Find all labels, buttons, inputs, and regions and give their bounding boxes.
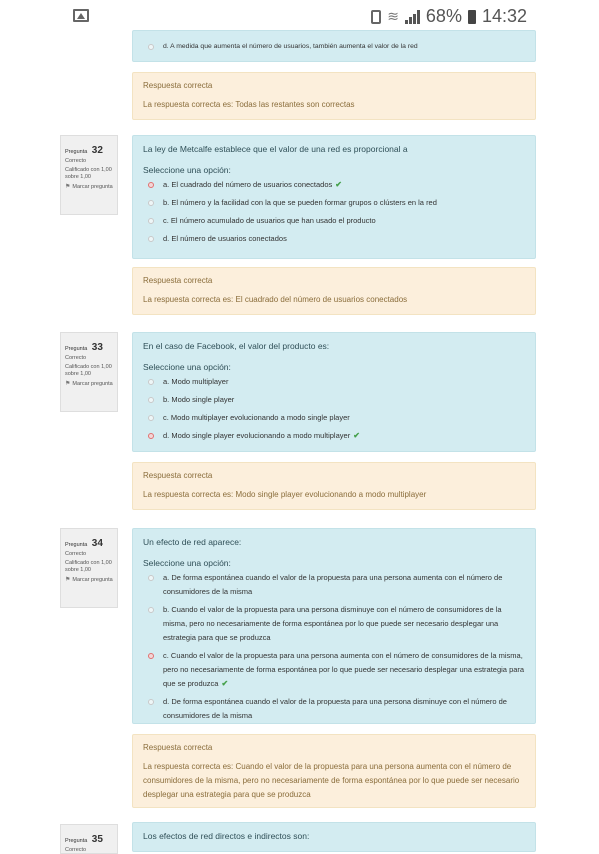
flag-question-link[interactable]: ⚑ Marcar pregunta [65, 577, 113, 584]
question-text: Los efectos de red directos e indirectos… [143, 831, 310, 841]
question-33-box: En el caso de Facebook, el valor del pro… [132, 332, 536, 452]
question-info-33: Pregunta 33 Correcto Calificado con 1,00… [60, 332, 118, 412]
answer-option-b[interactable]: b. El número y la facilidad con la que s… [143, 196, 525, 210]
question-text: La ley de Metcalfe establece que el valo… [143, 144, 408, 154]
question-34-box: Un efecto de red aparece: Seleccione una… [132, 528, 536, 724]
radio-button[interactable] [148, 218, 154, 224]
question-info-34: Pregunta 34 Correcto Calificado con 1,00… [60, 528, 118, 608]
answer-option-c[interactable]: c. El número acumulado de usuarios que h… [143, 214, 525, 228]
question-label: Pregunta [65, 838, 88, 844]
check-icon: ✔ [221, 679, 229, 688]
feedback-title: Respuesta correcta [143, 81, 213, 90]
feedback-31-box: Respuesta correcta La respuesta correcta… [132, 72, 536, 120]
feedback-32-box: Respuesta correcta La respuesta correcta… [132, 267, 536, 315]
status-bar: ≋ 68% 14:32 [0, 0, 599, 34]
question-label: Pregunta [65, 346, 88, 352]
feedback-34-box: Respuesta correcta La respuesta correcta… [132, 734, 536, 808]
signal-icon [404, 9, 420, 24]
feedback-title: Respuesta correcta [143, 471, 213, 480]
battery-percent: 68% [425, 6, 462, 26]
answer-option-a[interactable]: a. De forma espontánea cuando el valor d… [143, 571, 525, 599]
feedback-title: Respuesta correcta [143, 743, 213, 752]
feedback-text: La respuesta correcta es: Todas las rest… [143, 100, 355, 109]
answer-option-a[interactable]: a. El cuadrado del número de usuarios co… [143, 178, 525, 192]
question-label: Pregunta [65, 149, 88, 155]
radio-button[interactable] [148, 415, 154, 421]
answer-option-a[interactable]: a. Modo multiplayer [143, 375, 525, 389]
answer-option-b[interactable]: b. Modo single player [143, 393, 525, 407]
option-label: d. A medida que aumenta el número de usu… [163, 43, 418, 50]
flag-icon: ⚑ [65, 577, 71, 583]
question-text: En el caso de Facebook, el valor del pro… [143, 341, 330, 351]
flag-icon: ⚑ [65, 381, 71, 387]
feedback-title: Respuesta correcta [143, 276, 213, 285]
question-info-35: Pregunta 35 Correcto [60, 824, 118, 854]
radio-button[interactable] [148, 44, 154, 50]
radio-button[interactable] [148, 575, 154, 581]
radio-button[interactable] [148, 607, 154, 613]
radio-button[interactable] [148, 397, 154, 403]
answer-option-d[interactable]: d. De forma espontánea cuando el valor d… [143, 695, 525, 723]
sim-icon [371, 9, 382, 24]
picture-icon [73, 9, 89, 22]
check-icon: ✔ [353, 431, 360, 440]
select-prompt: Seleccione una opción: [143, 165, 231, 175]
battery-icon [467, 9, 476, 24]
radio-button-selected[interactable] [148, 182, 154, 188]
answer-option-b[interactable]: b. Cuando el valor de la propuesta para … [143, 603, 525, 645]
feedback-text: La respuesta correcta es: El cuadrado de… [143, 295, 408, 304]
question-number: 33 [91, 342, 103, 353]
question-label: Pregunta [65, 542, 88, 548]
flag-question-link[interactable]: ⚑ Marcar pregunta [65, 184, 113, 191]
question-grade: Calificado con 1,00 sobre 1,00 [65, 167, 112, 180]
feedback-33-box: Respuesta correcta La respuesta correcta… [132, 462, 536, 510]
answer-option-c[interactable]: c. Modo multiplayer evolucionando a modo… [143, 411, 525, 425]
select-prompt: Seleccione una opción: [143, 362, 231, 372]
question-state: Correcto [65, 551, 87, 557]
feedback-text: La respuesta correcta es: Cuando el valo… [143, 762, 520, 799]
radio-button-selected[interactable] [148, 433, 154, 439]
answer-option-d[interactable]: d. Modo single player evolucionando a mo… [143, 429, 525, 443]
radio-button[interactable] [148, 236, 154, 242]
question-text: Un efecto de red aparece: [143, 537, 242, 547]
flag-question-link[interactable]: ⚑ Marcar pregunta [65, 381, 113, 388]
answer-option[interactable]: d. A medida que aumenta el número de usu… [143, 40, 525, 54]
question-info-32: Pregunta 32 Correcto Calificado con 1,00… [60, 135, 118, 215]
question-32-box: La ley de Metcalfe establece que el valo… [132, 135, 536, 259]
question-grade: Calificado con 1,00 sobre 1,00 [65, 364, 112, 377]
question-31-box: d. A medida que aumenta el número de usu… [132, 30, 536, 62]
check-icon: ✔ [335, 180, 342, 189]
status-icons: ≋ 68% 14:32 [371, 6, 527, 27]
question-number: 34 [91, 538, 103, 549]
clock: 14:32 [481, 6, 527, 26]
answer-option-d[interactable]: d. El número de usuarios conectados [143, 232, 525, 246]
radio-button-selected[interactable] [148, 653, 154, 659]
question-number: 35 [91, 834, 103, 845]
question-number: 32 [91, 145, 103, 156]
wifi-icon: ≋ [387, 8, 399, 24]
question-state: Correcto [65, 355, 87, 361]
radio-button[interactable] [148, 200, 154, 206]
answer-option-c[interactable]: c. Cuando el valor de la propuesta para … [143, 649, 525, 691]
question-state: Correcto [65, 158, 87, 164]
select-prompt: Seleccione una opción: [143, 558, 231, 568]
feedback-text: La respuesta correcta es: Modo single pl… [143, 490, 427, 499]
question-grade: Calificado con 1,00 sobre 1,00 [65, 560, 112, 573]
radio-button[interactable] [148, 379, 154, 385]
radio-button[interactable] [148, 699, 154, 705]
flag-icon: ⚑ [65, 184, 71, 190]
